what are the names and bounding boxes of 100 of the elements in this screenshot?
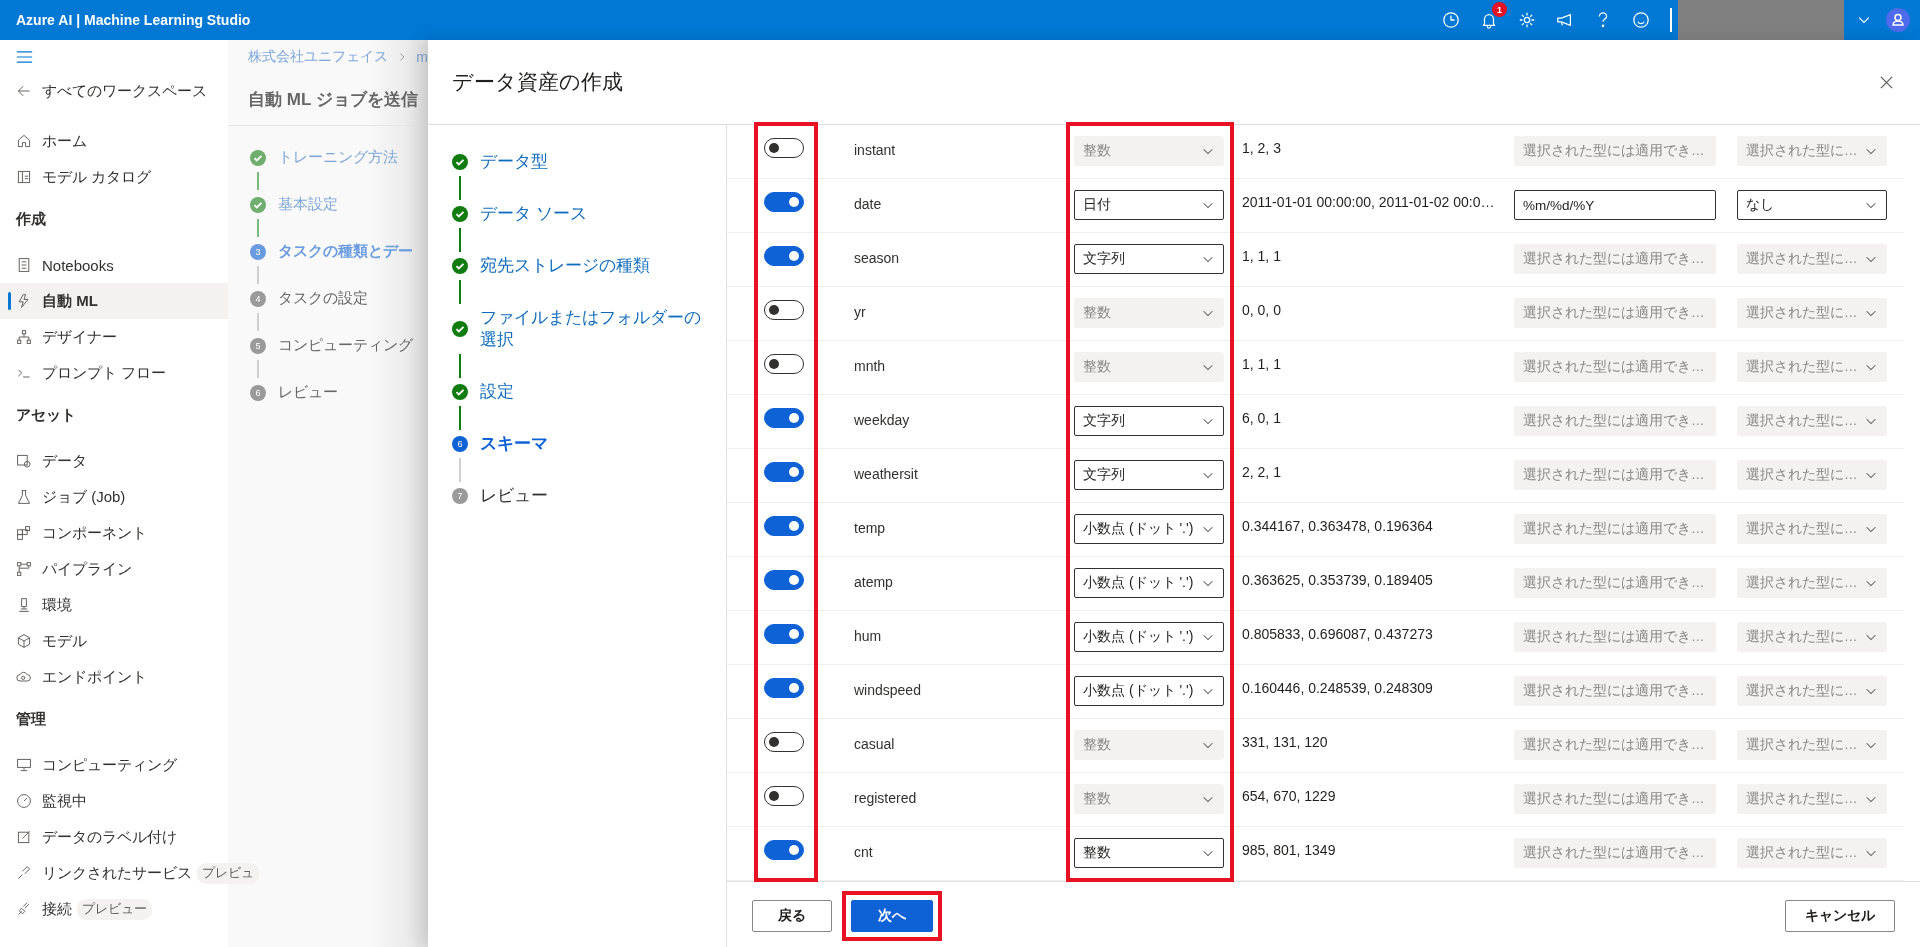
menu-icon[interactable]	[16, 51, 33, 63]
nav-item[interactable]: プロンプト フロー	[0, 355, 228, 391]
toggle-switch[interactable]	[764, 732, 804, 752]
nav-item[interactable]: エンドポイント	[0, 659, 228, 695]
option-dropdown[interactable]: 選択された型に…	[1737, 406, 1887, 436]
nav-item[interactable]: パイプライン	[0, 551, 228, 587]
type-dropdown[interactable]: 小数点 (ドット '.')	[1074, 676, 1224, 706]
option-dropdown[interactable]: 選択された型に…	[1737, 568, 1887, 598]
toggle-switch[interactable]	[764, 786, 804, 806]
column-name: registered	[854, 790, 917, 806]
option-dropdown[interactable]: 選択された型に…	[1737, 622, 1887, 652]
history-icon[interactable]	[1442, 11, 1460, 29]
type-dropdown[interactable]: 文字列	[1074, 244, 1224, 274]
type-dropdown[interactable]: 文字列	[1074, 460, 1224, 490]
format-field[interactable]: 選択された型には適用でき…	[1514, 136, 1716, 166]
nav-item[interactable]: 監視中	[0, 783, 228, 819]
format-field[interactable]: 選択された型には適用でき…	[1514, 568, 1716, 598]
type-dropdown[interactable]: 日付	[1074, 190, 1224, 220]
type-dropdown[interactable]: 整数	[1074, 136, 1224, 166]
nav-item[interactable]: 接続 プレビュー	[0, 891, 228, 927]
toggle-switch[interactable]	[764, 354, 804, 374]
option-dropdown[interactable]: 選択された型に…	[1737, 352, 1887, 382]
toggle-switch[interactable]	[764, 516, 804, 536]
format-field[interactable]: 選択された型には適用でき…	[1514, 622, 1716, 652]
settings-icon[interactable]	[1518, 11, 1536, 29]
nav-item[interactable]: データのラベル付け	[0, 819, 228, 855]
type-dropdown[interactable]: 小数点 (ドット '.')	[1074, 622, 1224, 652]
format-field[interactable]: 選択された型には適用でき…	[1514, 514, 1716, 544]
back-link[interactable]: すべてのワークスペース	[0, 74, 228, 108]
toggle-switch[interactable]	[764, 138, 804, 158]
nav-item[interactable]: 環境	[0, 587, 228, 623]
wizard-step[interactable]: レビュー	[278, 383, 338, 402]
wizard-step[interactable]: データ型	[480, 151, 710, 173]
format-field[interactable]: 選択された型には適用でき…	[1514, 676, 1716, 706]
bell-icon[interactable]	[1480, 11, 1498, 29]
nav-item[interactable]: ホーム	[0, 123, 228, 159]
wizard-step[interactable]: コンピューティング	[278, 336, 413, 355]
close-icon[interactable]	[1879, 74, 1894, 90]
nav-item[interactable]: デザイナー	[0, 319, 228, 355]
toggle-switch[interactable]	[764, 408, 804, 428]
type-dropdown[interactable]: 整数	[1074, 352, 1224, 382]
option-dropdown[interactable]: 選択された型に…	[1737, 298, 1887, 328]
format-field[interactable]: 選択された型には適用でき…	[1514, 406, 1716, 436]
nav-item[interactable]: モデル カタログ	[0, 159, 228, 195]
nav-item[interactable]: Notebooks	[0, 247, 228, 283]
format-field[interactable]: 選択された型には適用でき…	[1514, 730, 1716, 760]
smiley-icon[interactable]	[1632, 11, 1650, 29]
nav-item[interactable]: リンクされたサービス プレビュ	[0, 855, 263, 891]
option-dropdown[interactable]: 選択された型に…	[1737, 676, 1887, 706]
nav-item[interactable]: コンピューティング	[0, 747, 228, 783]
option-dropdown[interactable]: 選択された型に…	[1737, 730, 1887, 760]
format-field[interactable]: 選択された型には適用でき…	[1514, 784, 1716, 814]
wizard-step[interactable]: スキーマ	[480, 433, 710, 455]
type-dropdown[interactable]: 整数	[1074, 730, 1224, 760]
wizard-step[interactable]: 宛先ストレージの種類	[480, 255, 710, 277]
toggle-switch[interactable]	[764, 678, 804, 698]
toggle-switch[interactable]	[764, 246, 804, 266]
nav-item[interactable]: モデル	[0, 623, 228, 659]
type-dropdown[interactable]: 整数	[1074, 838, 1224, 868]
section-heading: アセット	[15, 404, 77, 425]
toggle-switch[interactable]	[764, 570, 804, 590]
format-field[interactable]: 選択された型には適用でき…	[1514, 244, 1716, 274]
type-dropdown[interactable]: 整数	[1074, 784, 1224, 814]
option-dropdown[interactable]: なし	[1737, 190, 1887, 220]
cancel-button[interactable]: キャンセル	[1785, 900, 1895, 932]
type-dropdown[interactable]: 整数	[1074, 298, 1224, 328]
option-dropdown[interactable]: 選択された型に…	[1737, 784, 1887, 814]
toggle-switch[interactable]	[764, 300, 804, 320]
format-field[interactable]: 選択された型には適用でき…	[1514, 838, 1716, 868]
nav-item[interactable]: 自動 ML	[0, 283, 228, 319]
wizard-step[interactable]: ファイルまたはフォルダーの選択	[480, 307, 710, 351]
wizard-step[interactable]: タスクの設定	[278, 289, 368, 308]
toggle-switch[interactable]	[764, 192, 804, 212]
type-dropdown[interactable]: 文字列	[1074, 406, 1224, 436]
type-dropdown[interactable]: 小数点 (ドット '.')	[1074, 514, 1224, 544]
avatar-icon[interactable]	[1886, 8, 1910, 32]
next-button[interactable]: 次へ	[851, 900, 933, 932]
option-dropdown[interactable]: 選択された型に…	[1737, 838, 1887, 868]
nav-item[interactable]: コンポーネント	[0, 515, 228, 551]
format-field[interactable]: 選択された型には適用でき…	[1514, 352, 1716, 382]
option-dropdown[interactable]: 選択された型に…	[1737, 514, 1887, 544]
wizard-step[interactable]: 設定	[480, 381, 710, 403]
nav-item[interactable]: データ	[0, 443, 228, 479]
megaphone-icon[interactable]	[1556, 11, 1574, 29]
toggle-switch[interactable]	[764, 462, 804, 482]
format-field[interactable]: 選択された型には適用でき…	[1514, 298, 1716, 328]
back-button[interactable]: 戻る	[752, 900, 832, 932]
type-dropdown[interactable]: 小数点 (ドット '.')	[1074, 568, 1224, 598]
option-dropdown[interactable]: 選択された型に…	[1737, 136, 1887, 166]
wizard-step[interactable]: データ ソース	[480, 203, 710, 225]
option-dropdown[interactable]: 選択された型に…	[1737, 244, 1887, 274]
column-name: weathersit	[854, 466, 918, 482]
nav-item[interactable]: ジョブ (Job)	[0, 479, 228, 515]
format-field[interactable]: %m/%d/%Y	[1514, 190, 1716, 220]
toggle-switch[interactable]	[764, 624, 804, 644]
toggle-switch[interactable]	[764, 840, 804, 860]
option-dropdown[interactable]: 選択された型に…	[1737, 460, 1887, 490]
notification-badge: 1	[1492, 2, 1507, 17]
wizard-step[interactable]: レビュー	[480, 485, 710, 507]
format-field[interactable]: 選択された型には適用でき…	[1514, 460, 1716, 490]
